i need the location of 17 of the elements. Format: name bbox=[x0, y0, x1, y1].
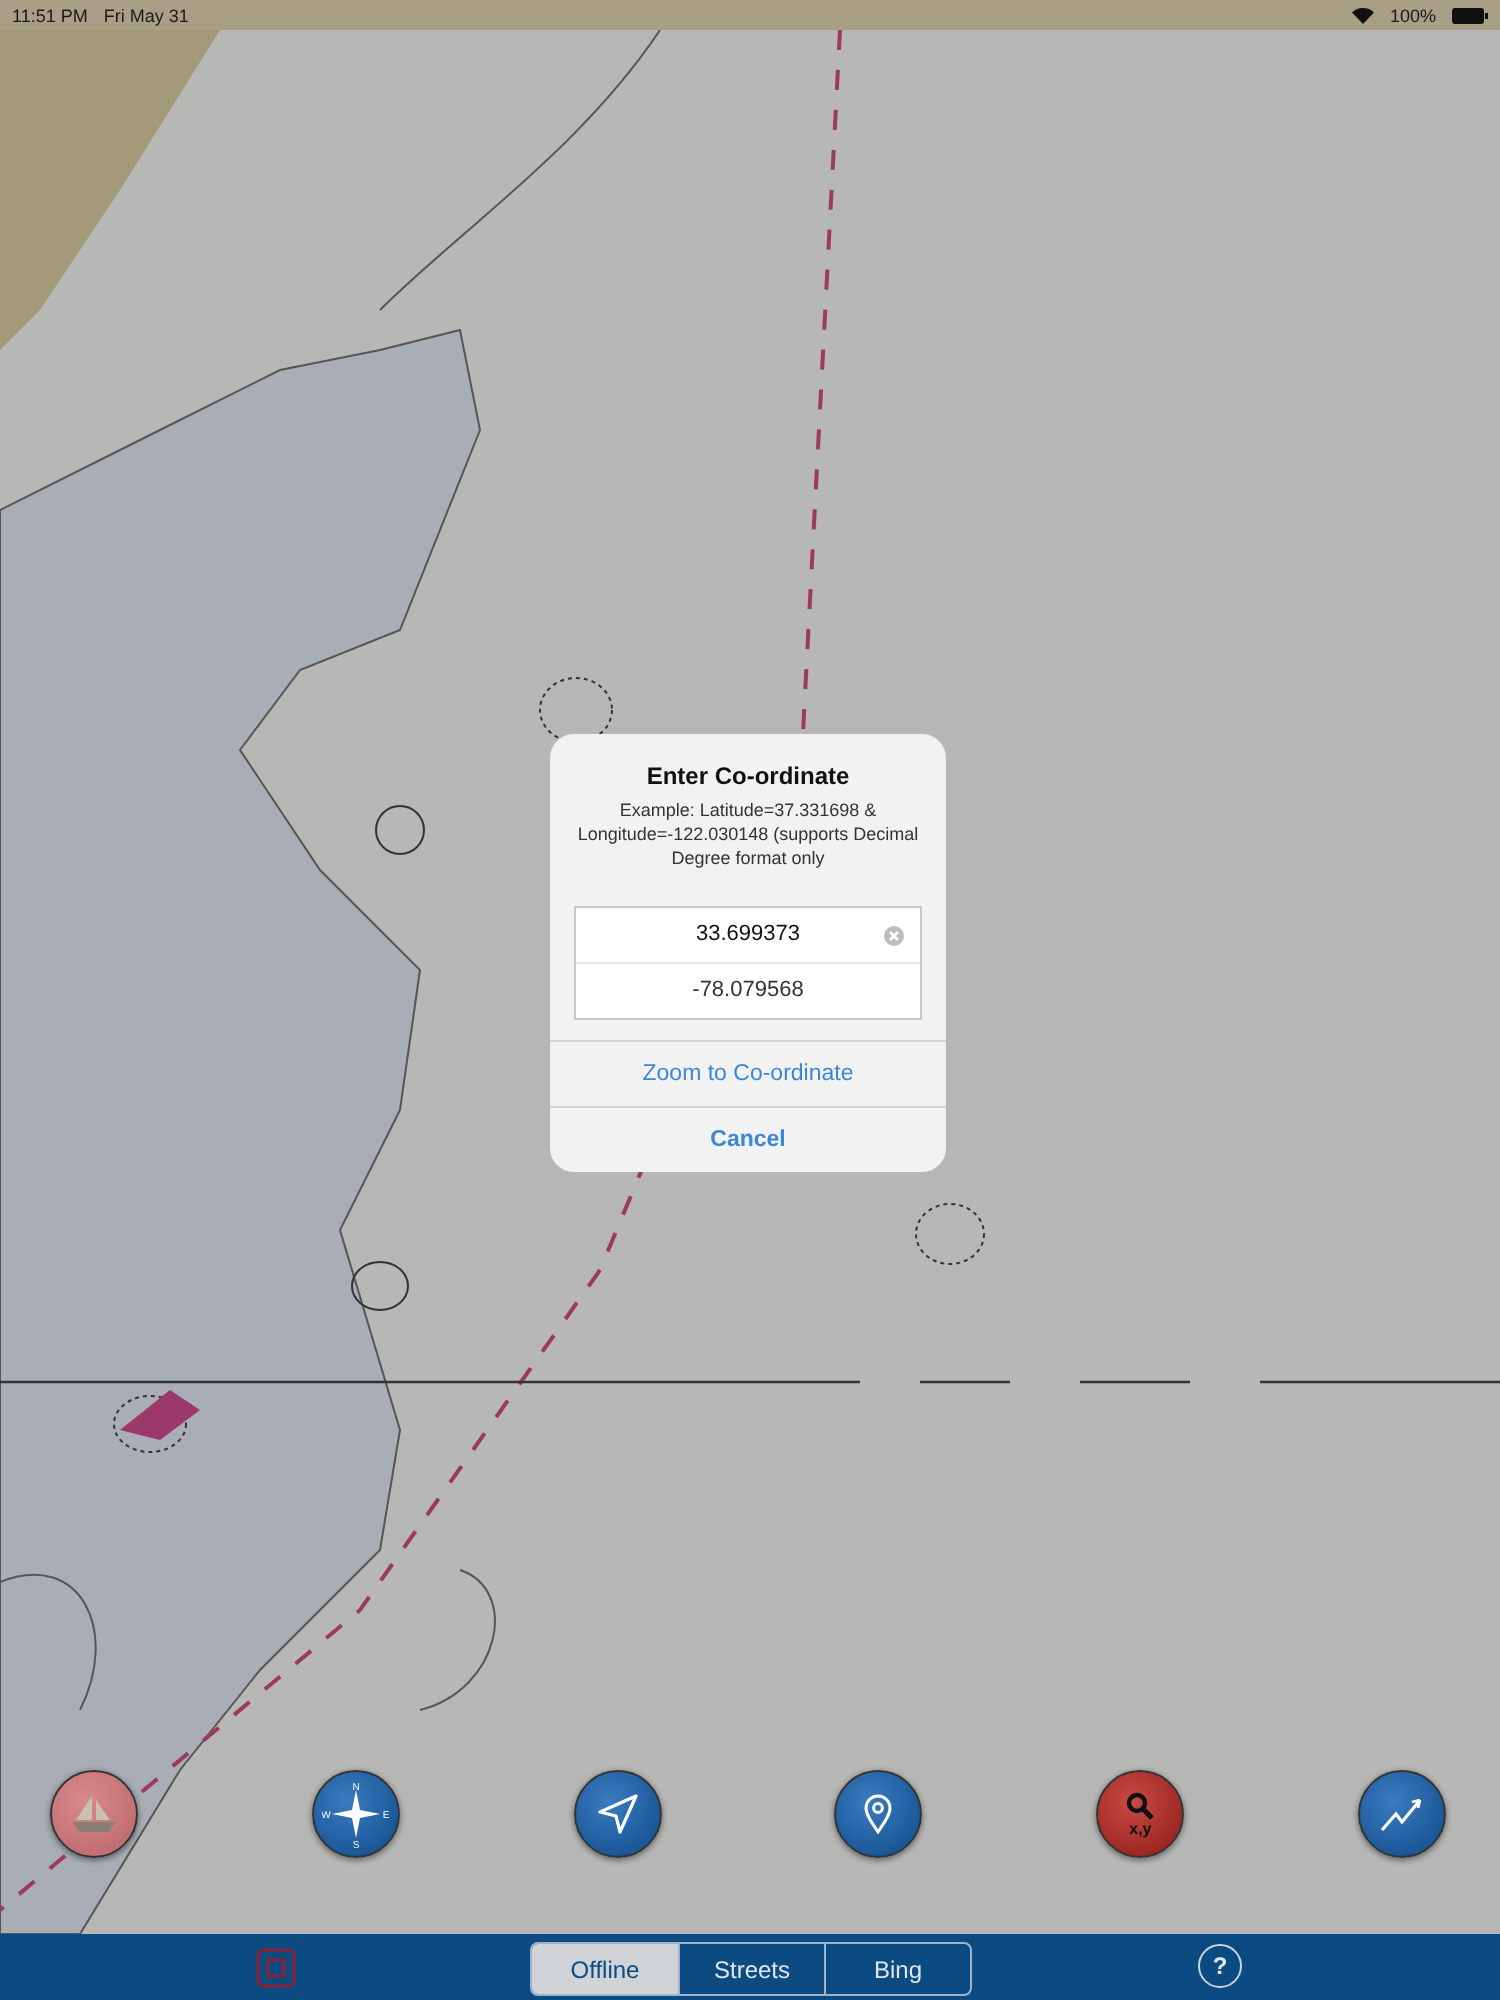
wifi-icon bbox=[1351, 7, 1374, 23]
zigzag-line-icon bbox=[1379, 1796, 1424, 1832]
status-time: 11:51 PM bbox=[12, 5, 88, 25]
dialog-message: Example: Latitude=37.331698 & Longitude=-122.030148 (supports Decimal Degree format only bbox=[575, 797, 921, 869]
navigation-arrow-icon bbox=[597, 1794, 638, 1834]
search-icon bbox=[1126, 1791, 1155, 1819]
map-source-tab[interactable]: Offline bbox=[532, 1944, 678, 1994]
map-source-tab[interactable]: Bing bbox=[824, 1944, 970, 1994]
boat-icon bbox=[70, 1794, 118, 1834]
battery-icon bbox=[1452, 7, 1488, 23]
xy-label: x,y bbox=[1129, 1819, 1152, 1837]
map-source-tab[interactable]: Streets bbox=[678, 1944, 824, 1994]
status-date: Fri May 31 bbox=[103, 5, 189, 25]
dialog-title: Enter Co-ordinate bbox=[646, 761, 850, 789]
battery-percent: 100% bbox=[1389, 5, 1436, 25]
map-pin-icon bbox=[864, 1794, 893, 1834]
help-button[interactable]: ? bbox=[1198, 1944, 1242, 1988]
